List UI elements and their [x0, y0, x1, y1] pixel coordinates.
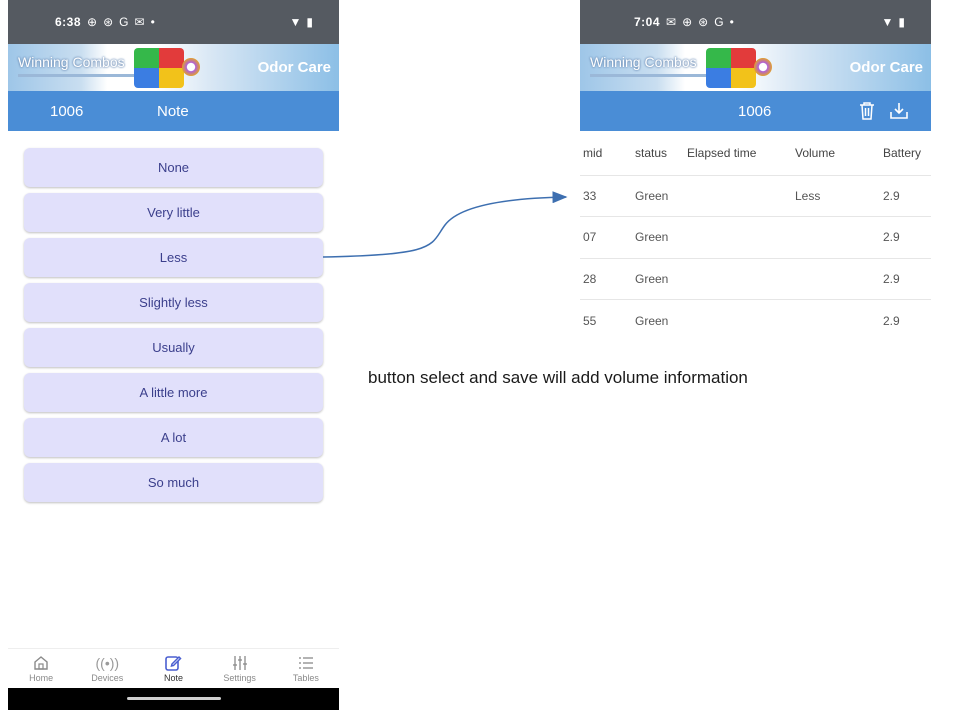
- cell-volume: Less: [795, 174, 883, 217]
- radio-icon: ((•)): [95, 655, 120, 671]
- cell-battery: 2.9: [883, 216, 931, 258]
- cell-elapsed-time: [687, 216, 795, 258]
- cell-mid: 07: [580, 216, 635, 258]
- results-table: mid status Elapsed time Volume Battery 3…: [580, 131, 931, 340]
- device-id: 1006: [50, 102, 84, 120]
- gesture-bar: [8, 688, 339, 710]
- home-indicator[interactable]: [127, 697, 221, 700]
- option-usually[interactable]: Usually: [24, 328, 323, 367]
- dot-icon: •: [150, 15, 155, 29]
- header-banner: Winning Combos Odor Care: [580, 44, 931, 91]
- logo-badge-icon: [182, 58, 200, 76]
- edit-icon: [164, 653, 183, 673]
- wifi-icon: ▼: [289, 15, 302, 29]
- cell-elapsed-time: [687, 299, 795, 340]
- table-row[interactable]: 28 Green 2.9: [580, 257, 931, 300]
- nav-devices-label: Devices: [91, 673, 124, 683]
- header-banner: Winning Combos Odor Care: [8, 44, 339, 91]
- cell-status: Green: [635, 174, 687, 217]
- nav-tables-label: Tables: [292, 673, 319, 683]
- status-time: 7:04: [634, 15, 661, 29]
- tables-screen: 7:04 ✉ ⊕ ⊛ G • ▼ ▮ Winning Combos Odor C…: [580, 0, 931, 340]
- option-less[interactable]: Less: [24, 238, 323, 277]
- list-icon: [298, 653, 314, 673]
- pinwheel-icon: ⊛: [698, 15, 709, 29]
- option-a-little-more[interactable]: A little more: [24, 373, 323, 412]
- dot-icon: •: [729, 15, 734, 29]
- col-status: status: [635, 145, 668, 160]
- table-header: mid status Elapsed time Volume Battery: [580, 131, 931, 175]
- col-battery: Battery: [883, 145, 922, 160]
- annotation-text: button select and save will add volume i…: [368, 368, 748, 387]
- app-bar: 1006: [580, 91, 931, 131]
- nav-note-label: Note: [163, 673, 183, 683]
- nav-settings-label: Settings: [223, 673, 256, 683]
- logo-badge-icon: [754, 58, 772, 76]
- google-icon: G: [119, 15, 129, 29]
- puzzle-image: [706, 48, 756, 88]
- nav-note[interactable]: Note: [143, 653, 203, 683]
- option-very-little[interactable]: Very little: [24, 193, 323, 232]
- home-icon: [33, 653, 49, 673]
- puzzle-image: [134, 48, 184, 88]
- battery-icon: ▮: [898, 15, 905, 29]
- vpn-icon: ⊕: [682, 15, 693, 29]
- cell-battery: 2.9: [883, 299, 931, 340]
- cell-battery: 2.9: [883, 257, 931, 300]
- cell-mid: 33: [580, 174, 635, 217]
- status-time: 6:38: [55, 15, 82, 29]
- option-a-lot[interactable]: A lot: [24, 418, 323, 457]
- cell-status: Green: [635, 216, 687, 258]
- trash-icon[interactable]: [859, 102, 875, 120]
- cell-elapsed-time: [687, 257, 795, 300]
- brand-tagline: [590, 74, 710, 77]
- bottom-nav: Home ((•)) Devices Note Settings Tables: [8, 648, 339, 688]
- col-volume: Volume: [795, 145, 836, 160]
- cell-volume: [795, 216, 883, 258]
- status-bar: 7:04 ✉ ⊕ ⊛ G • ▼ ▮: [580, 0, 931, 44]
- cell-elapsed-time: [687, 174, 795, 217]
- volume-options: None Very little Less Slightly less Usua…: [8, 131, 339, 502]
- nav-home[interactable]: Home: [11, 653, 71, 683]
- brand-logo: Winning Combos: [18, 54, 125, 70]
- cell-status: Green: [635, 257, 687, 300]
- col-mid: mid: [583, 145, 603, 160]
- mail-icon: ✉: [134, 15, 145, 29]
- download-icon[interactable]: [889, 102, 909, 120]
- table-row[interactable]: 07 Green 2.9: [580, 216, 931, 258]
- nav-settings[interactable]: Settings: [210, 653, 270, 683]
- brand-tagline: [18, 74, 138, 77]
- cell-volume: [795, 257, 883, 300]
- nav-devices[interactable]: ((•)) Devices: [77, 653, 137, 683]
- cell-mid: 28: [580, 257, 635, 300]
- brand-logo: Winning Combos: [590, 54, 697, 70]
- nav-tables[interactable]: Tables: [276, 653, 336, 683]
- google-icon: G: [714, 15, 724, 29]
- battery-icon: ▮: [306, 15, 313, 29]
- nav-home-label: Home: [29, 673, 54, 683]
- page-title: Note: [157, 102, 189, 120]
- cell-volume: [795, 299, 883, 340]
- col-elapsed-time: Elapsed time: [687, 145, 757, 160]
- cell-status: Green: [635, 299, 687, 340]
- status-bar: 6:38 ⊕ ⊛ G ✉ • ▼ ▮: [8, 0, 339, 44]
- cell-battery: 2.9: [883, 174, 931, 217]
- table-row[interactable]: 55 Green 2.9: [580, 299, 931, 340]
- option-slightly-less[interactable]: Slightly less: [24, 283, 323, 322]
- product-name: Odor Care: [849, 59, 923, 76]
- option-so-much[interactable]: So much: [24, 463, 323, 502]
- option-none[interactable]: None: [24, 148, 323, 187]
- wifi-icon: ▼: [881, 15, 894, 29]
- mail-icon: ✉: [666, 15, 677, 29]
- note-screen: 6:38 ⊕ ⊛ G ✉ • ▼ ▮ Winning Combos Odor C…: [8, 0, 339, 710]
- sliders-icon: [232, 653, 248, 673]
- vpn-icon: ⊕: [87, 15, 98, 29]
- app-bar: 1006 Note: [8, 91, 339, 131]
- device-id: 1006: [738, 102, 772, 120]
- pinwheel-icon: ⊛: [103, 15, 114, 29]
- product-name: Odor Care: [257, 59, 331, 76]
- table-row[interactable]: 33 Green Less 2.9: [580, 174, 931, 217]
- cell-mid: 55: [580, 299, 635, 340]
